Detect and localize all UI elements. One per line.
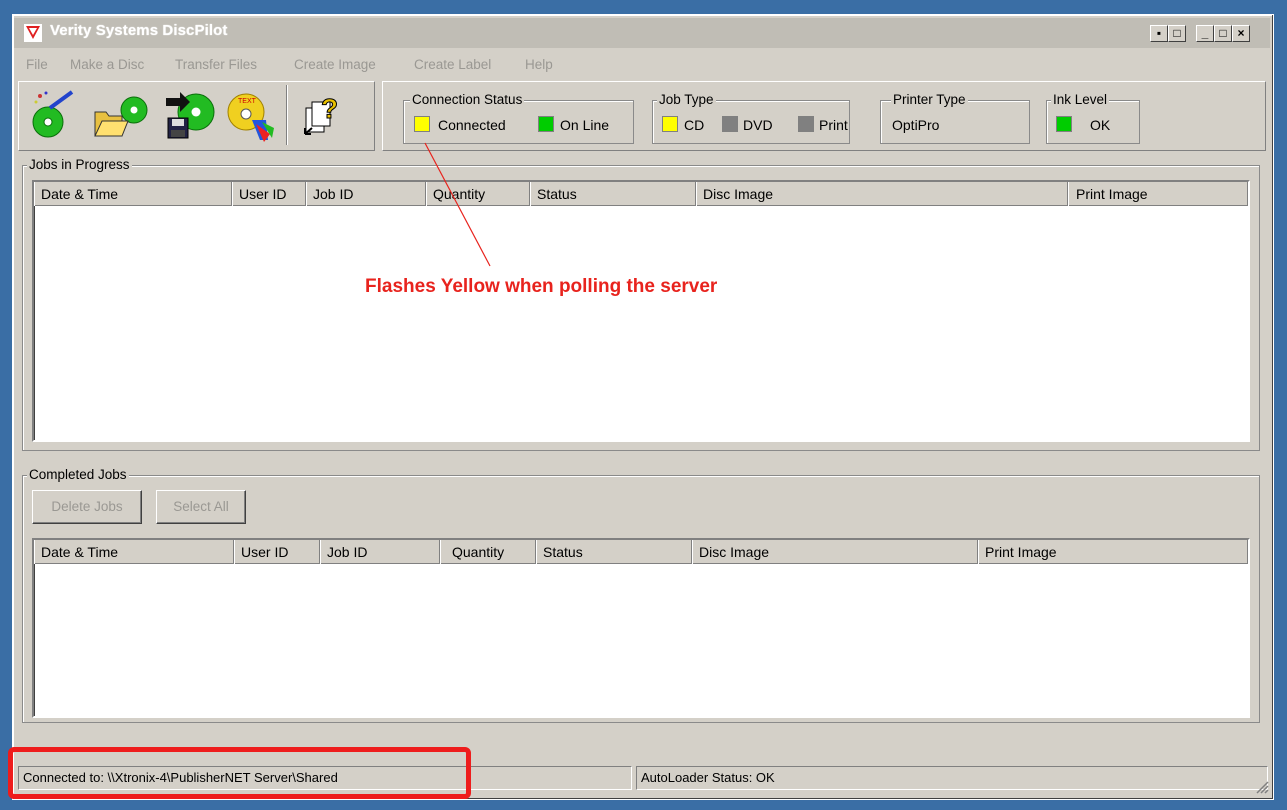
highlight-box bbox=[8, 747, 471, 799]
annotation-text: Flashes Yellow when polling the server bbox=[365, 276, 718, 297]
annotation-arrow bbox=[424, 142, 491, 267]
